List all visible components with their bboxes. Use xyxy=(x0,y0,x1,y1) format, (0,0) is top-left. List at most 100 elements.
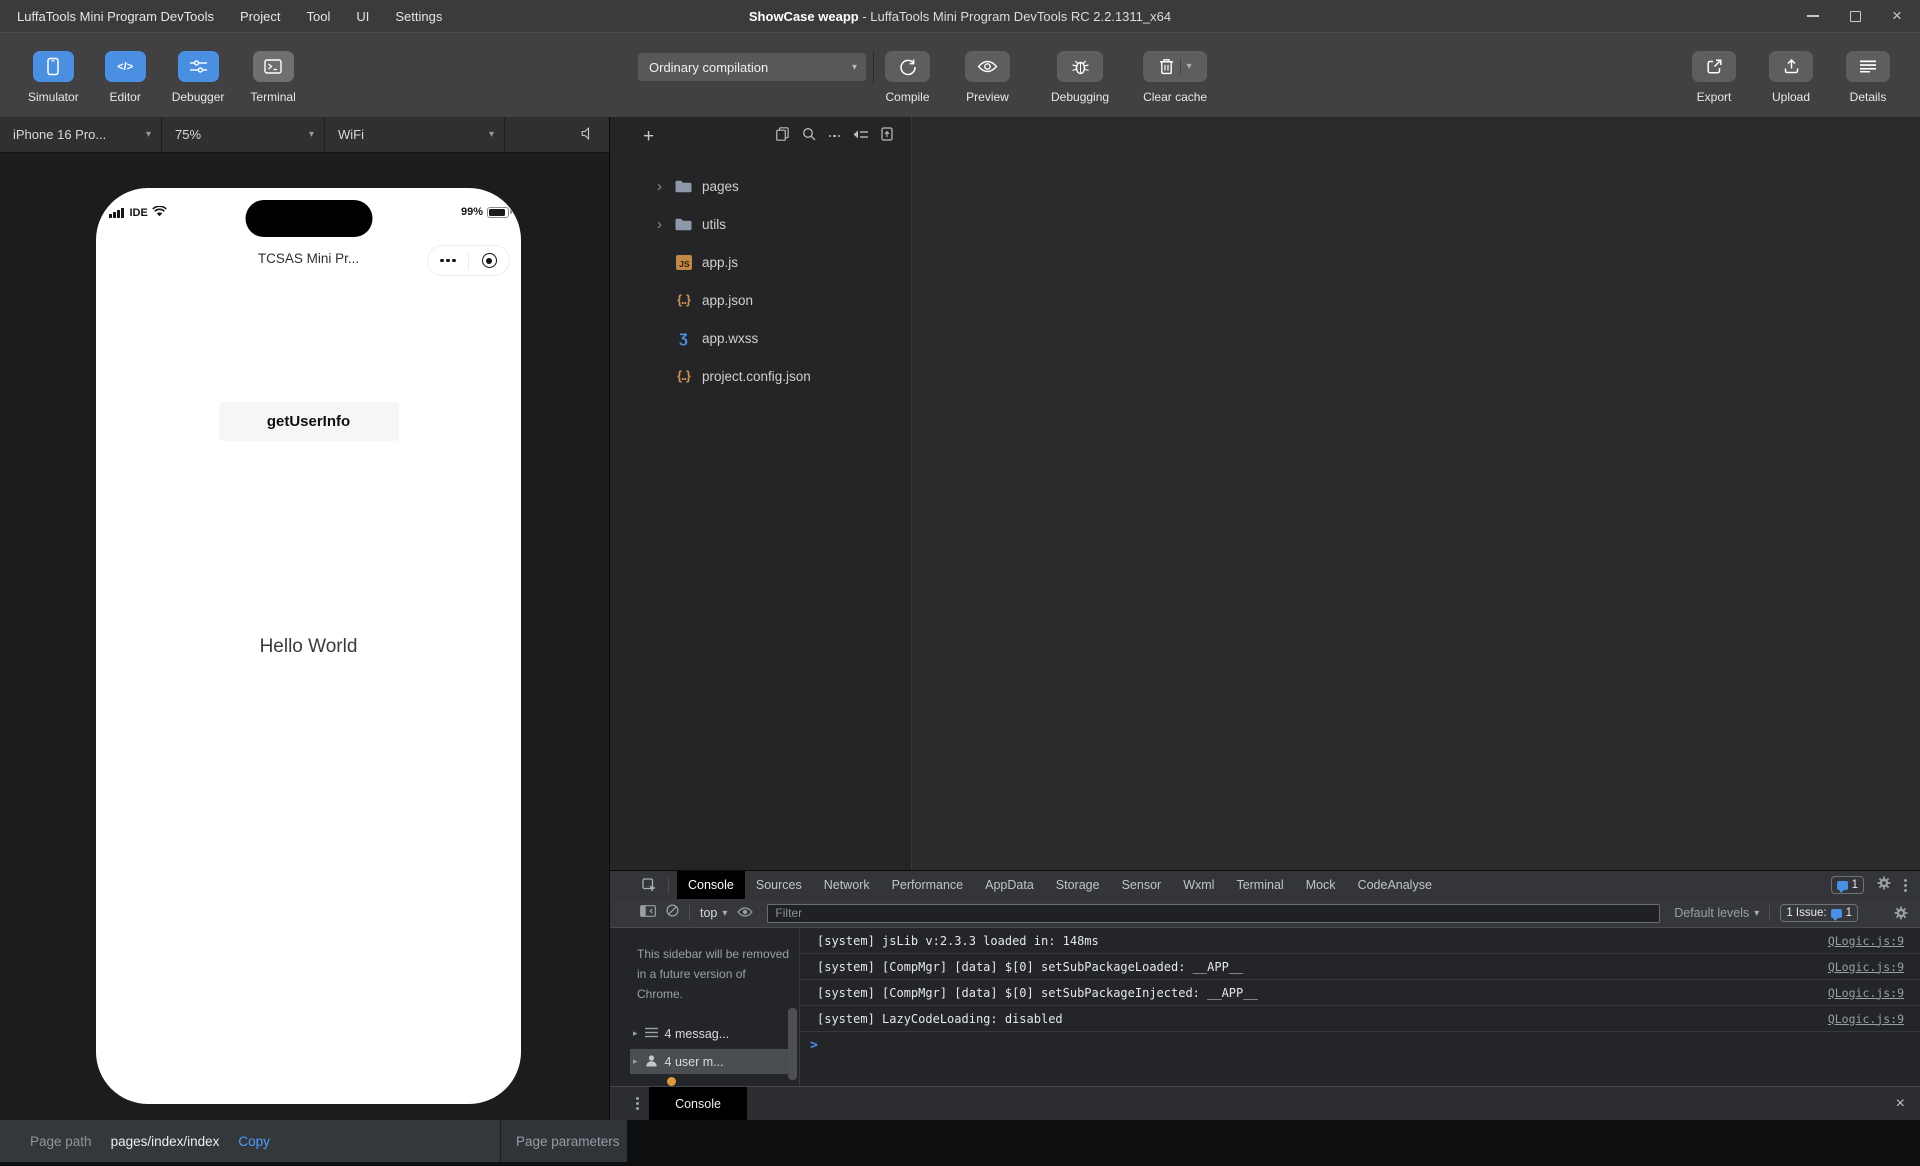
json-file-icon: {..} xyxy=(677,293,691,307)
console-message-row[interactable]: [system] [CompMgr] [data] $[0] setSubPac… xyxy=(800,980,1920,1006)
phone-status-left: IDE xyxy=(109,205,167,220)
add-file-icon[interactable]: + xyxy=(643,127,654,146)
tree-item-app-wxss[interactable]: ʒ app.wxss xyxy=(610,319,911,357)
getuserinfo-button[interactable]: getUserInfo xyxy=(218,402,399,441)
collapse-all-icon[interactable] xyxy=(853,127,868,145)
toggle-sidebar-icon[interactable] xyxy=(640,904,656,922)
tab-wxml[interactable]: Wxml xyxy=(1172,871,1225,899)
details-button[interactable]: Details xyxy=(1846,51,1890,104)
speaker-icon[interactable] xyxy=(581,126,594,143)
chevron-down-icon: ▾ xyxy=(851,61,857,73)
tab-performance[interactable]: Performance xyxy=(881,871,975,899)
tree-item-utils[interactable]: › utils xyxy=(610,205,911,243)
issues-badge[interactable]: 1 xyxy=(1830,876,1864,894)
chevron-down-icon: ▾ xyxy=(488,129,494,140)
source-link[interactable]: QLogic.js:9 xyxy=(1828,1012,1904,1026)
tab-console[interactable]: Console xyxy=(677,871,745,899)
console-prompt[interactable]: > xyxy=(800,1032,1920,1058)
filter-input[interactable] xyxy=(767,903,1661,923)
inspect-element-icon[interactable] xyxy=(640,877,658,893)
live-expression-eye-icon[interactable] xyxy=(737,904,754,922)
debugging-label: Debugging xyxy=(1051,90,1110,104)
console-message-row[interactable]: [system] LazyCodeLoading: disabled QLogi… xyxy=(800,1006,1920,1032)
drawer-tab-console[interactable]: Console xyxy=(649,1087,747,1120)
compile-label: Compile xyxy=(885,90,930,104)
device-select[interactable]: iPhone 16 Pro... ▾ xyxy=(0,117,162,152)
console-body: This sidebar will be removed in a future… xyxy=(610,928,1920,1086)
tab-network[interactable]: Network xyxy=(813,871,881,899)
export-button[interactable]: Export xyxy=(1692,51,1736,104)
editor-empty-area[interactable] xyxy=(912,117,1920,870)
copy-link[interactable]: Copy xyxy=(238,1134,270,1149)
tab-sensor[interactable]: Sensor xyxy=(1111,871,1173,899)
tree-item-pages[interactable]: › pages xyxy=(610,167,911,205)
sidebar-group-messages[interactable]: ▸ 4 messag... xyxy=(630,1021,795,1046)
zoom-select[interactable]: 75% ▾ xyxy=(162,117,325,152)
debugging-button[interactable]: Debugging xyxy=(1051,51,1109,104)
debugger-button[interactable]: Debugger xyxy=(172,51,224,104)
chevron-right-icon[interactable]: › xyxy=(657,179,674,194)
device-bar: iPhone 16 Pro... ▾ 75% ▾ WiFi ▾ xyxy=(0,117,609,153)
list-icon xyxy=(644,1027,658,1041)
chevron-right-icon[interactable]: › xyxy=(657,217,674,232)
kebab-menu-icon[interactable] xyxy=(1904,883,1907,887)
close-button[interactable]: × xyxy=(1876,0,1918,32)
tab-terminal[interactable]: Terminal xyxy=(1225,871,1294,899)
trash-icon: ▾ xyxy=(1143,51,1208,82)
user-icon xyxy=(645,1054,658,1070)
compile-button[interactable]: Compile xyxy=(885,51,930,104)
tab-mock[interactable]: Mock xyxy=(1295,871,1347,899)
simulator-button[interactable]: Simulator xyxy=(28,51,79,104)
console-toolbar: top ▾ Default levels ▾ 1 Issue: xyxy=(610,899,1920,928)
minimize-button[interactable] xyxy=(1792,0,1834,32)
upload-button[interactable]: Upload xyxy=(1769,51,1813,104)
context-selector[interactable]: top ▾ xyxy=(700,906,727,920)
tree-item-app-js[interactable]: JS app.js xyxy=(610,243,911,281)
tab-storage[interactable]: Storage xyxy=(1045,871,1111,899)
console-sidebar: This sidebar will be removed in a future… xyxy=(610,928,800,1086)
console-message-row[interactable]: [system] [CompMgr] [data] $[0] setSubPac… xyxy=(800,954,1920,980)
toolbar-center-group: Ordinary compilation ▾ Compile Preview D… xyxy=(638,51,1207,104)
editor-button[interactable]: </> Editor xyxy=(104,51,146,104)
maximize-button[interactable] xyxy=(1834,0,1876,32)
more-menu-button[interactable] xyxy=(428,258,468,263)
tree-item-project-config[interactable]: {..} project.config.json xyxy=(610,357,911,395)
gear-icon[interactable] xyxy=(1877,876,1891,895)
issue-counter[interactable]: 1 Issue: 1 xyxy=(1780,904,1858,922)
console-settings[interactable] xyxy=(1894,906,1908,920)
menu-ui[interactable]: UI xyxy=(356,9,369,24)
clear-console-icon[interactable] xyxy=(666,904,679,922)
close-drawer-icon[interactable]: × xyxy=(1896,1095,1905,1112)
terminal-button[interactable]: Terminal xyxy=(250,51,296,104)
compile-mode-select[interactable]: Ordinary compilation ▾ xyxy=(638,53,866,81)
tree-item-app-json[interactable]: {..} app.json xyxy=(610,281,911,319)
source-link[interactable]: QLogic.js:9 xyxy=(1828,960,1904,974)
clear-cache-button[interactable]: ▾ Clear cache xyxy=(1143,51,1207,104)
toggle-panel-icon[interactable] xyxy=(881,126,893,146)
menu-tool[interactable]: Tool xyxy=(306,9,330,24)
preview-button[interactable]: Preview xyxy=(965,51,1010,104)
source-link[interactable]: QLogic.js:9 xyxy=(1828,986,1904,1000)
menu-settings[interactable]: Settings xyxy=(395,9,442,24)
page-path-section: Page path pages/index/index Copy xyxy=(0,1120,500,1162)
more-icon[interactable] xyxy=(828,134,840,138)
copy-icon[interactable] xyxy=(775,126,789,146)
message-text: [system] jsLib v:2.3.3 loaded in: 148ms xyxy=(817,933,1099,948)
menu-app-name[interactable]: LuffaTools Mini Program DevTools xyxy=(17,9,214,24)
sidebar-group-user-messages[interactable]: ▸ 4 user m... xyxy=(630,1049,795,1074)
tab-appdata[interactable]: AppData xyxy=(974,871,1045,899)
source-link[interactable]: QLogic.js:9 xyxy=(1828,934,1904,948)
sidebar-scrollbar[interactable] xyxy=(788,1008,797,1080)
simulator-panel: iPhone 16 Pro... ▾ 75% ▾ WiFi ▾ IDE 99% … xyxy=(0,117,610,1120)
refresh-icon xyxy=(885,51,930,82)
signal-icon xyxy=(109,208,124,218)
close-miniprogram-button[interactable] xyxy=(469,253,509,268)
menu-project[interactable]: Project xyxy=(240,9,280,24)
search-icon[interactable] xyxy=(802,127,816,146)
kebab-menu-icon[interactable] xyxy=(636,1102,639,1105)
log-levels-select[interactable]: Default levels ▾ xyxy=(1674,906,1759,920)
network-select[interactable]: WiFi ▾ xyxy=(325,117,505,152)
tab-codeanalyse[interactable]: CodeAnalyse xyxy=(1347,871,1443,899)
console-message-row[interactable]: [system] jsLib v:2.3.3 loaded in: 148ms … xyxy=(800,928,1920,954)
tab-sources[interactable]: Sources xyxy=(745,871,813,899)
